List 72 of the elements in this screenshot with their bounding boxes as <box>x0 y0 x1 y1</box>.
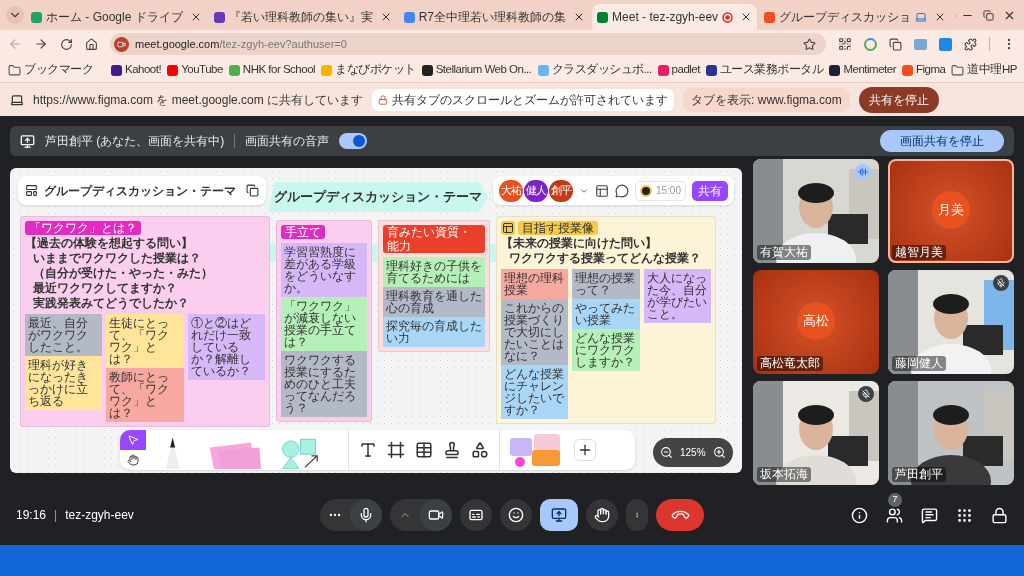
sticky-note: 教師にとって、「ワクワク」とは？ <box>106 368 184 422</box>
file-name: グループディスカッション・テーマ <box>44 182 236 200</box>
sticky-note: 探究毎の育成したい力 <box>383 317 485 347</box>
participant-avatar: 月美 <box>932 191 970 229</box>
participant-name: 藤岡健人 <box>892 356 946 371</box>
participant-name: 坂本拓海 <box>757 467 811 482</box>
question-line: 【過去の体験を想起する問い】 <box>25 237 194 250</box>
stop-sharing-button[interactable]: 共有を停止 <box>858 86 939 113</box>
sticky-note: 生徒にとって、「ワクワク」とは？ <box>106 314 184 368</box>
question-line: 最近ワクワクしてますか？ <box>32 282 178 295</box>
sticky-note: 理想の授業って？ <box>572 269 640 299</box>
sticky-note: 理科教育を通した心の育成 <box>383 287 485 317</box>
share-button[interactable]: 共有 <box>692 180 728 201</box>
bookmark-link[interactable]: ユース業務ポータル <box>705 61 824 79</box>
browser-tab[interactable]: Meet - tez-zgyh-eev <box>592 4 758 30</box>
board-title: グループディスカッション・テーマ <box>274 188 482 206</box>
participant-name: 高松竜太郎 <box>757 356 823 371</box>
bookmark-link[interactable]: 道中理HP <box>951 61 1017 79</box>
question-line: いままでワクワクした授業は？ <box>32 252 202 265</box>
question-line: 実践発表みてどうでしたか？ <box>32 297 190 310</box>
browser-tab[interactable]: R7全中理若い理科教師の集 <box>398 4 591 30</box>
sticky-note: どんな授業にチャレンジしたいですか？ <box>501 365 569 419</box>
sharing-message: https://www.figma.com を meet.google.com に共有しています <box>33 91 364 109</box>
bookmark-link[interactable]: YouTube <box>167 61 223 79</box>
notice-text: 共有タブのスクロールとズームが許可されています <box>392 91 669 109</box>
question-line: （自分が受けた・やった・みた） <box>32 267 214 280</box>
bookmark-link[interactable]: Stellarium Web On... <box>421 61 532 79</box>
section-tag: 手立て <box>281 225 325 239</box>
bookmark-link[interactable]: クラスダッシュボ... <box>537 61 652 79</box>
section-tag: 育みたい資質・能力 <box>383 225 485 253</box>
sticky-note: ワクワクする授業にするためのひと工夫ってなんだろう？ <box>281 351 367 417</box>
question-line: ワクワクする授業ってどんな授業？ <box>508 252 702 265</box>
bookmark-link[interactable]: ブックマーク <box>8 61 93 79</box>
participant-name: 越智月美 <box>892 245 946 260</box>
section-tag: 「ワクワク」とは？ <box>25 221 141 235</box>
sticky-note: 大人になった今、自分が学びたいこと。 <box>643 269 711 323</box>
bookmark-link[interactable]: Kahoot! <box>111 61 162 79</box>
audio-label: 画面共有の音声 <box>245 133 330 150</box>
stop-presenting-button[interactable]: 画面共有を停止 <box>880 130 1004 152</box>
user-avatar[interactable]: 創平 <box>548 179 573 202</box>
user-avatar[interactable]: 健人 <box>523 179 548 202</box>
browser-tab[interactable]: グループディスカッショ <box>759 4 952 30</box>
question-line: 【未来の授業に向けた問い】 <box>501 237 658 250</box>
separator: | <box>54 507 58 524</box>
sticky-note: 理想の理科授業 <box>501 269 569 299</box>
sticky-note: 最近、自分がワクワクしたこと。 <box>25 314 103 356</box>
sticky-note: どんな授業にワクワクしますか？ <box>572 329 640 371</box>
sticky-note: 「ワクワク」が減衰しない授業の手立ては？ <box>281 297 367 351</box>
zoom-level: 125% <box>680 446 706 460</box>
bookmark-link[interactable]: NHK for School <box>228 61 316 79</box>
meeting-code: tez-zgyh-eev <box>65 507 134 524</box>
browser-tab[interactable]: ホーム - Google ドライブ <box>26 4 207 30</box>
sticky-note: 学習習熟度に差がある学級をどういなすか。 <box>281 243 367 297</box>
sticky-note: やってみたい授業 <box>572 299 640 329</box>
section-tag: 目指す授業像 <box>518 221 598 235</box>
bookmark-link[interactable]: まなびポケット <box>321 61 416 79</box>
meeting-time: 19:16 <box>16 507 47 524</box>
user-avatar[interactable]: 大祐 <box>498 179 523 202</box>
people-count: 7 <box>888 492 902 507</box>
bookmark-link[interactable]: padlet <box>657 61 700 79</box>
sticky-note: 理科好きの子供を育てるためには <box>383 257 485 287</box>
participant-name: 芦田創平 <box>892 467 946 482</box>
sticky-note: これからの授業づくりで大切にしたいことはなに？ <box>501 299 569 365</box>
browser-tab[interactable]: 『若い理科教師の集い』実 <box>208 4 397 30</box>
bookmark-link[interactable]: Figma <box>902 61 946 79</box>
sticky-note: 理科が好きになったきっかけに立ち返る <box>25 356 103 410</box>
participant-name: 有賀大祐 <box>757 245 811 260</box>
sticky-note: ①と②はどれだけ一致しているか？解離しているか？ <box>187 314 265 380</box>
participant-avatar: 高松 <box>797 302 835 340</box>
switch-tab-button[interactable]: タブを表示: www.figma.com <box>683 87 850 112</box>
presenter-label: 芦田創平 (あなた、画面を共有中) <box>45 133 225 150</box>
bookmark-link[interactable]: Mentimeter <box>829 61 896 79</box>
